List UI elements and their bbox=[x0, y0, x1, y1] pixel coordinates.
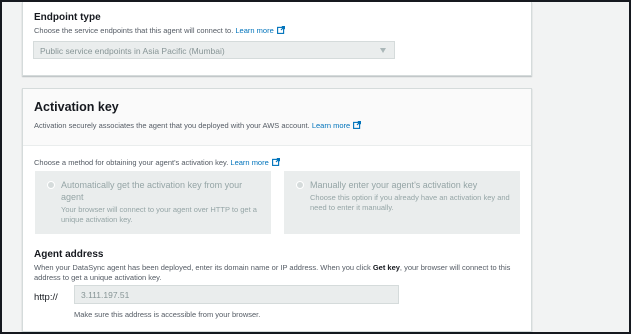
agent-address-hint: Make sure this address is accessible fro… bbox=[74, 310, 261, 319]
activation-key-panel: Activation key Activation securely assoc… bbox=[22, 88, 532, 332]
auto-activation-option[interactable]: Automatically get the activation key fro… bbox=[35, 171, 271, 234]
protocol-prefix: http:// bbox=[34, 292, 58, 303]
auto-activation-radio[interactable] bbox=[47, 181, 55, 189]
agent-address-label: Agent address bbox=[34, 249, 104, 260]
caret-down-icon bbox=[380, 48, 386, 53]
agent-address-description: When your DataSync agent has been deploy… bbox=[34, 263, 522, 283]
screenshot-frame: Endpoint type Choose the service endpoin… bbox=[0, 0, 631, 334]
external-link-icon bbox=[276, 26, 285, 34]
activation-key-header: Activation key Activation securely assoc… bbox=[23, 89, 531, 146]
auto-activation-description: Your browser will connect to your agent … bbox=[61, 205, 257, 224]
method-learn-more-label: Learn more bbox=[230, 158, 269, 167]
activation-learn-more-label: Learn more bbox=[311, 121, 351, 130]
manual-activation-description: Choose this option if you already have a… bbox=[310, 193, 510, 212]
activation-key-title: Activation key bbox=[34, 100, 119, 114]
auto-activation-title: Automatically get the activation key fro… bbox=[61, 180, 243, 202]
endpoint-type-label: Endpoint type bbox=[34, 12, 101, 23]
activation-learn-more-link[interactable]: Learn more bbox=[311, 121, 362, 130]
external-link-icon bbox=[271, 158, 280, 166]
activation-method-description: Choose a method for obtaining your agent… bbox=[34, 158, 280, 168]
agent-address-desc-pre: When your DataSync agent has been deploy… bbox=[34, 263, 373, 272]
endpoint-panel: Endpoint type Choose the service endpoin… bbox=[22, 2, 532, 76]
activation-description-text: Activation securely associates the agent… bbox=[34, 121, 310, 130]
endpoint-type-description: Choose the service endpoints that this a… bbox=[34, 26, 285, 36]
endpoint-type-select[interactable]: Public service endpoints in Asia Pacific… bbox=[33, 41, 395, 59]
method-description-text: Choose a method for obtaining your agent… bbox=[34, 158, 229, 167]
agent-address-input[interactable]: 3.111.197.51 bbox=[74, 285, 399, 304]
endpoint-learn-more-link[interactable]: Learn more bbox=[235, 26, 285, 35]
agent-address-value: 3.111.197.51 bbox=[81, 290, 130, 300]
manual-activation-radio[interactable] bbox=[296, 181, 304, 189]
endpoint-learn-more-label: Learn more bbox=[235, 26, 274, 35]
manual-activation-option[interactable]: Manually enter your agent's activation k… bbox=[284, 171, 520, 234]
method-learn-more-link[interactable]: Learn more bbox=[230, 158, 280, 167]
manual-activation-title: Manually enter your agent's activation k… bbox=[310, 180, 478, 190]
external-link-icon bbox=[353, 121, 362, 129]
endpoint-description-text: Choose the service endpoints that this a… bbox=[34, 26, 234, 35]
get-key-reference: Get key bbox=[372, 263, 400, 272]
endpoint-selected-value: Public service endpoints in Asia Pacific… bbox=[40, 46, 225, 56]
activation-key-description: Activation securely associates the agent… bbox=[34, 121, 362, 131]
